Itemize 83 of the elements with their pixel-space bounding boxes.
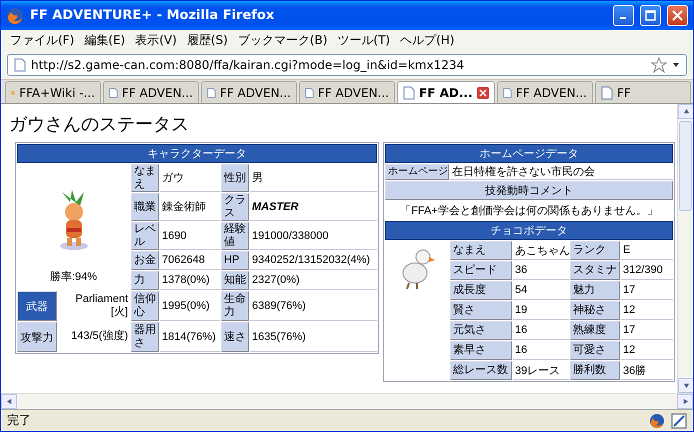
stat-label: ランク [570,241,620,260]
stat-label: なまえ [131,164,159,192]
stat-label: 生命力 [221,291,249,321]
equipment-value: 143/5(強度) [70,328,129,344]
menu-item[interactable]: 表示(V) [130,32,182,48]
close-tab-icon[interactable] [476,86,488,98]
stat-label: 知能 [221,271,249,290]
page-icon [503,86,512,100]
equipment-value: Parliament [火] [74,292,129,320]
scroll-arrow-icon[interactable] [682,382,690,389]
table-header: ホームページデータ [385,144,673,163]
stat-label: 素早さ [450,341,512,360]
browser-tab[interactable]: FF AD... [397,81,495,103]
minimize-button[interactable] [613,5,634,26]
stat-label: 総レース数 [450,361,512,380]
stat-label: 熟練度 [570,321,620,340]
close-button[interactable] [667,5,688,26]
stat-label: スタミナ [570,261,620,280]
table-header: チョコボデータ [385,221,673,240]
page-icon [601,86,613,100]
scroll-arrow-icon[interactable] [6,398,12,405]
section-subheader: 技発動時コメント [385,181,673,200]
homepage-label: ホームページ [385,164,449,180]
stat-label: 成長度 [450,281,512,300]
browser-tab[interactable]: FF ADVEN... [201,81,297,103]
stat-label: 賢さ [450,301,512,320]
browser-tab[interactable]: FF [595,81,691,103]
menu-item[interactable]: ツール(T) [332,32,396,48]
page-icon [14,58,26,72]
equipment-tag: 武器 [17,291,57,321]
stat-label: HP [221,251,249,270]
star-icon[interactable] [651,56,667,72]
menu-item[interactable]: ファイル(F) [5,32,80,48]
maximize-button[interactable] [640,5,661,26]
horizontal-scrollbar[interactable] [1,393,693,409]
stat-label: 信仰心 [131,291,159,321]
dropdown-caret-icon[interactable] [672,62,680,68]
browser-logo-icon [649,412,665,428]
stat-label: 性別 [221,164,249,192]
scroll-arrow-icon[interactable] [682,108,690,115]
equipment-tag: 攻撃力 [17,322,57,352]
vertical-scrollbar[interactable] [677,104,693,393]
menu-item[interactable]: ヘルプ(H) [395,32,460,48]
scroll-arrow-icon[interactable] [682,398,688,405]
stat-label: 魅力 [570,281,620,300]
page-icon [109,86,118,100]
close-icon [672,10,683,21]
stat-label: 職業 [131,193,159,221]
window-title: FF ADVENTURE+ - Mozilla Firefox [30,8,276,23]
win-rate-text: 勝率:94% [48,270,98,284]
stat-label: 力 [131,271,159,290]
browser-tab[interactable]: FF ADVEN... [299,81,395,103]
stat-label: 器用さ [131,322,159,352]
status-text: 完了 [7,412,32,429]
pencil-icon [671,412,687,428]
page-icon [403,86,415,100]
table-header: キャラクターデータ [17,144,377,163]
address-field[interactable]: http://s2.game-can.com:8080/ffa/kairan.cgi?mode=log_in&id=kmx1234 [7,54,687,76]
browser-tab[interactable]: FFA+Wiki -... [5,81,101,103]
browser-logo-icon [6,6,24,24]
url-text: http://s2.game-can.com:8080/ffa/kairan.cgi?mode=log_in&id=kmx1234 [31,58,466,72]
stat-label: クラス [221,193,249,221]
menu-item[interactable]: ブックマーク(B) [232,32,332,48]
browser-tab[interactable]: FF ADVEN... [103,81,199,103]
stat-label: お金 [131,251,159,270]
browser-tab[interactable]: FF ADVEN... [497,81,593,103]
stat-label: なまえ [450,241,512,260]
stat-label: 神秘さ [570,301,620,320]
stat-label: レベル [131,222,159,250]
page-icon [305,86,314,100]
maximize-icon [645,10,656,21]
stat-label: 勝利数 [570,361,620,380]
page-icon [207,86,216,100]
stat-label: 速さ [221,322,249,352]
stat-label: スピード [450,261,512,280]
menu-item[interactable]: 編集(E) [79,32,130,48]
comment-text: 「FFA+学会と創価学会は何の関係もありません。」 [399,204,659,219]
stat-label: 元気さ [450,321,512,340]
stat-label: 経験値 [221,222,249,250]
stat-label: 可愛さ [570,341,620,360]
menu-item[interactable]: 履歴(S) [182,32,233,48]
page-heading: ガウさんのステータス [9,113,190,136]
homepage-value: 在日特権を許さない市民の会 [450,164,673,180]
